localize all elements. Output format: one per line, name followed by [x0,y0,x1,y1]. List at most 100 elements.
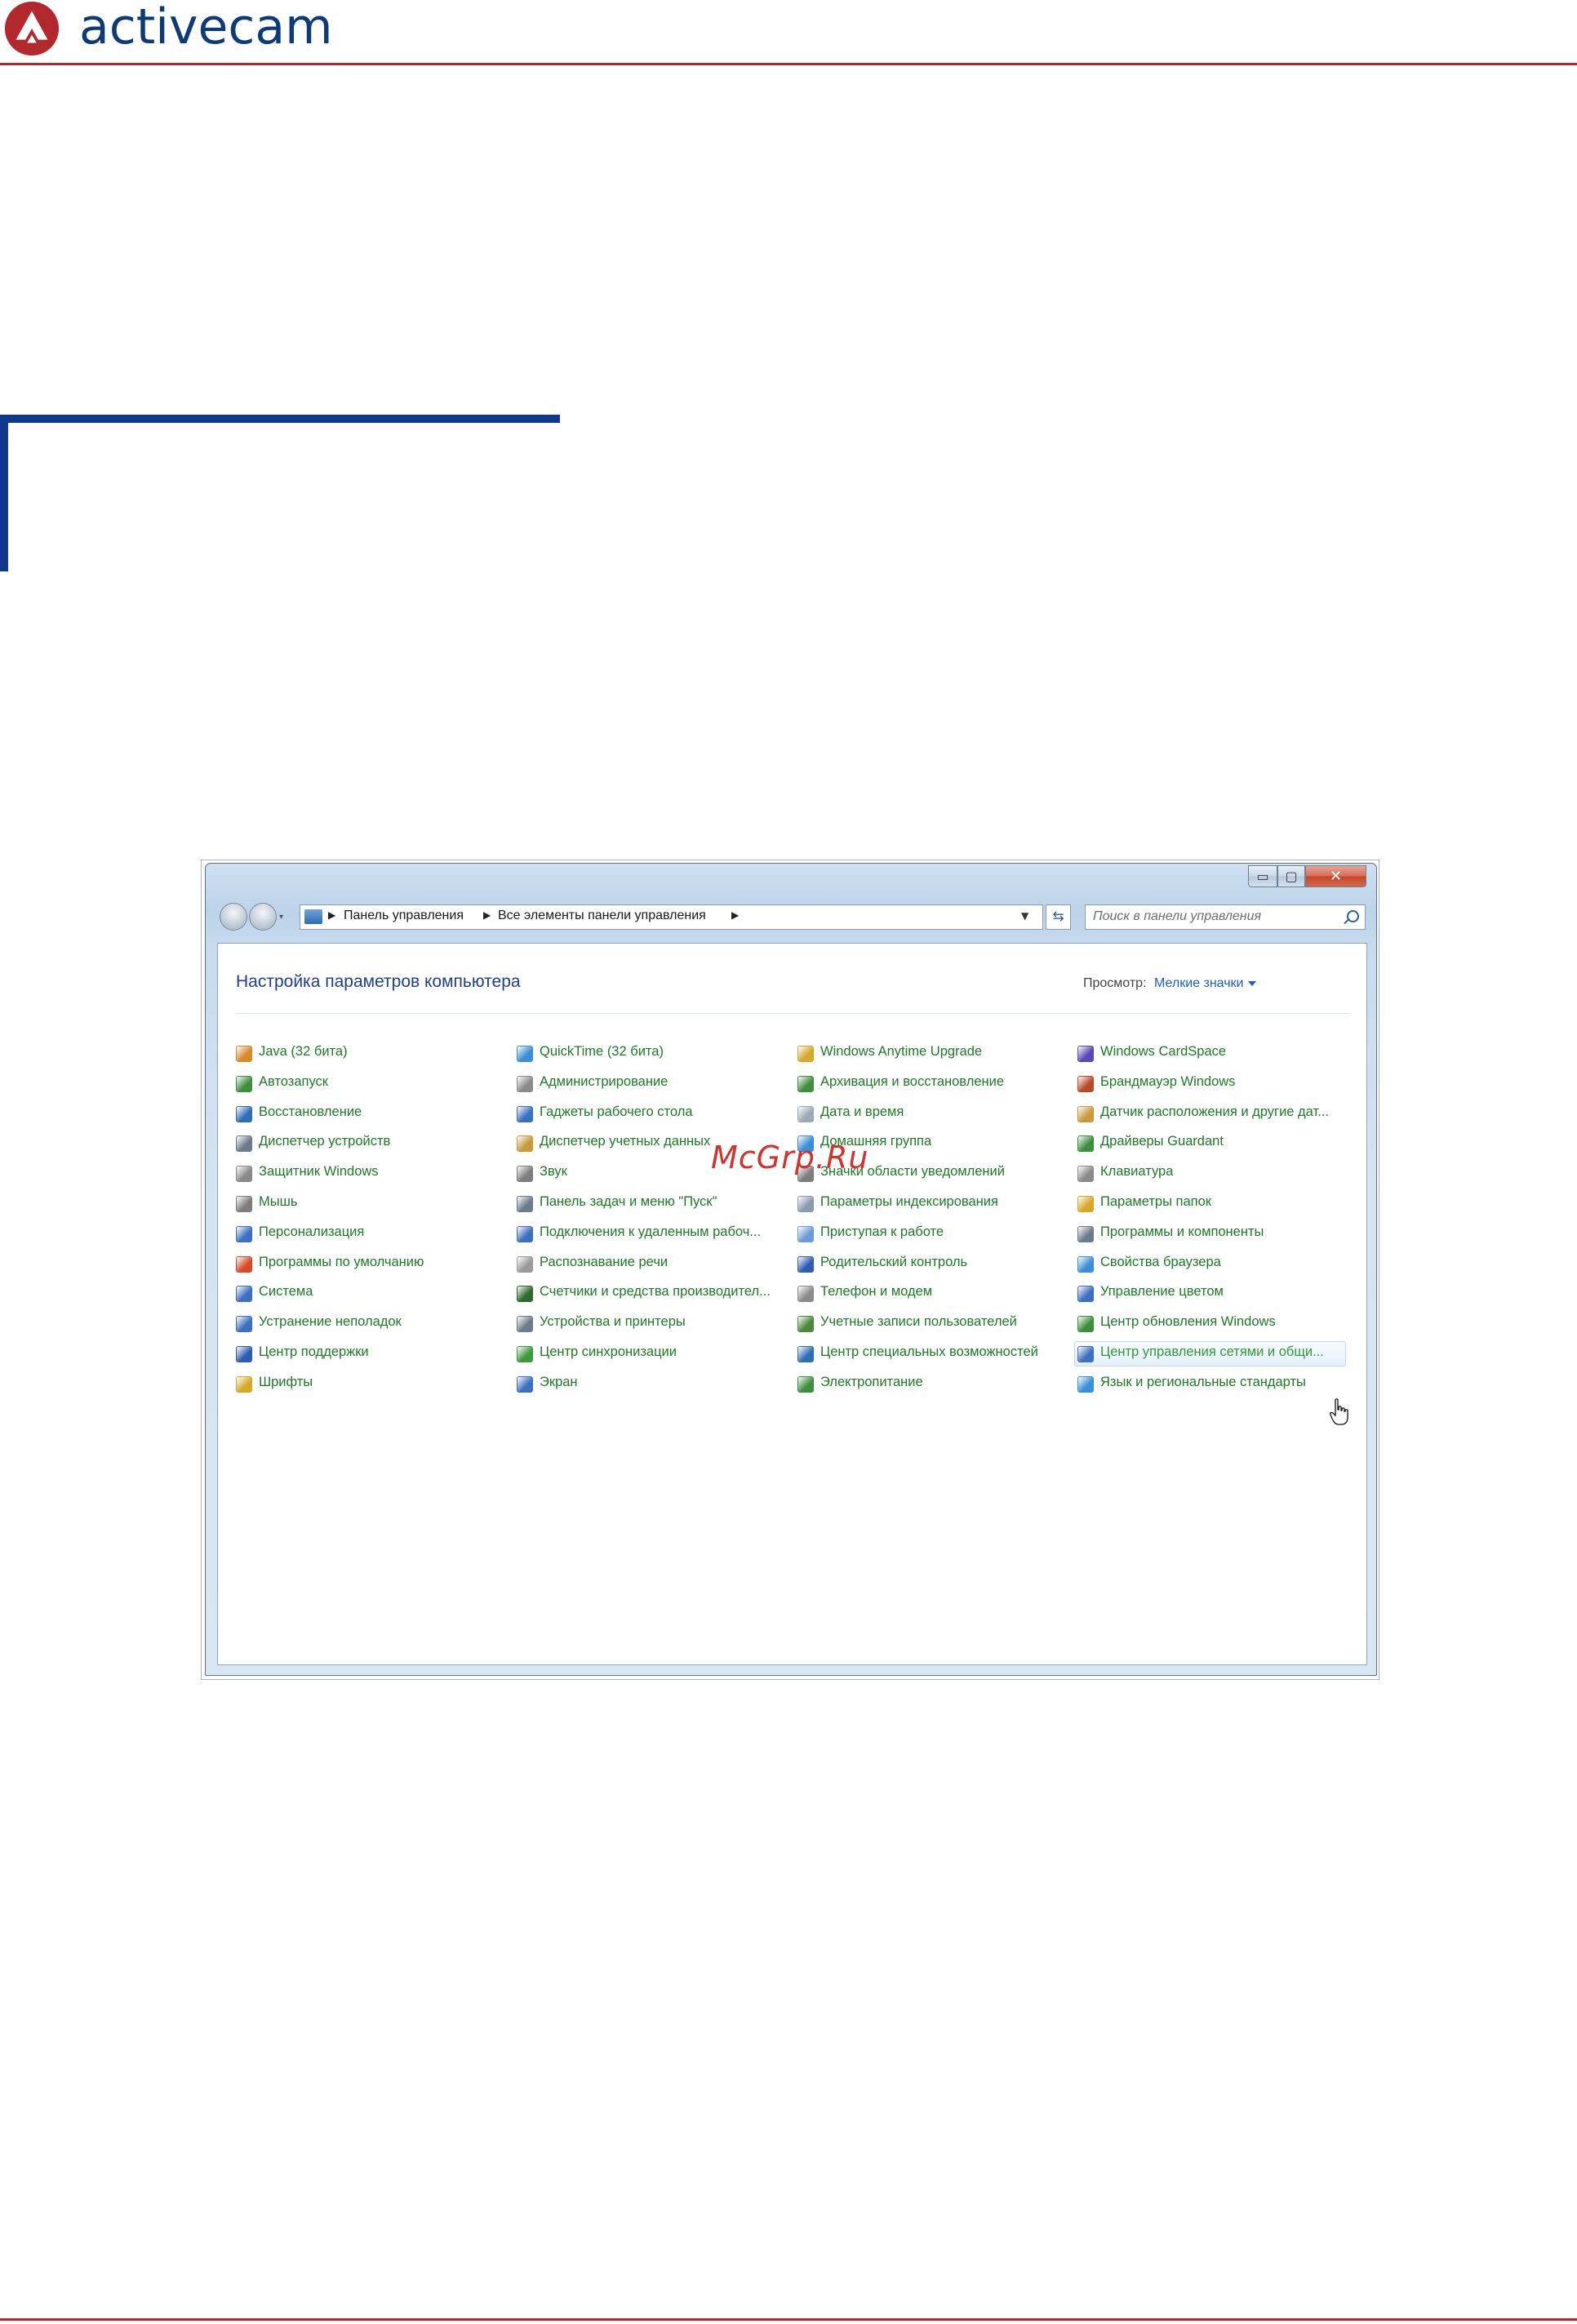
control-panel-item-label: Windows Anytime Upgrade [820,1044,983,1059]
control-panel-item-label: Электропитание [820,1374,923,1389]
windows-flag-icon [797,1046,814,1062]
java-icon [236,1046,252,1062]
windows-update-icon [1077,1316,1094,1333]
recovery-icon [236,1105,252,1122]
control-panel-item-label: Автозапуск [259,1073,328,1089]
phone-modem-icon [797,1286,814,1303]
internet-options-icon [1077,1255,1094,1273]
control-panel-item-label: Родительский контроль [820,1254,968,1269]
section-bracket-top [0,415,560,423]
forward-button[interactable] [249,903,277,931]
control-panel-item-label: Параметры индексирования [820,1193,998,1209]
ease-of-access-icon [797,1345,814,1362]
control-panel-item-label: Java (32 бита) [259,1044,348,1059]
control-panel-item-label: Распознавание речи [540,1254,669,1269]
indexing-icon [797,1195,814,1212]
watermark: McGrp.Ru [711,1140,869,1175]
getting-started-icon [797,1225,814,1242]
breadcrumb-arrow-icon[interactable]: ▶ [328,909,335,921]
footer-divider [0,2318,1577,2321]
location-sensor-icon [1077,1105,1094,1122]
device-manager-icon [236,1135,252,1153]
control-panel-item-label: Дата и время [820,1104,904,1119]
control-panel-item-label: Панель задач и меню "Пуск" [540,1193,717,1209]
taskbar-icon [517,1195,533,1212]
control-panel-item-label: Центр обновления Windows [1100,1314,1276,1330]
control-panel-item-label: Программы по умолчанию [259,1254,424,1269]
control-panel-item-label: Звук [540,1164,567,1180]
control-panel-item-label: Драйверы Guardant [1100,1134,1224,1149]
control-panel-item-label: Клавиатура [1100,1164,1174,1180]
recent-pages-chevron-icon[interactable]: ▾ [279,913,283,922]
color-management-icon [1077,1286,1094,1303]
control-panel-item-label: Система [259,1284,313,1300]
system-icon [236,1286,252,1303]
content-pane: Настройка параметров компьютера Просмотр… [217,943,1367,1665]
defender-icon [236,1166,252,1183]
default-programs-icon [236,1255,252,1273]
hand-cursor-icon [1330,1398,1348,1425]
control-panel-item-label: Персонализация [259,1224,365,1239]
keyboard-icon [1077,1166,1094,1183]
control-panel-item-label: Экран [540,1374,578,1389]
mouse-icon [236,1195,252,1212]
search-box[interactable]: Поиск в панели управления [1085,904,1366,930]
refresh-button[interactable]: ⇆ [1046,904,1071,930]
programs-features-icon [1077,1225,1094,1242]
control-panel-item-label: Приступая к работе [820,1224,944,1239]
autoplay-icon [236,1075,252,1092]
brand-name: activecam [79,0,333,56]
control-panel-item-label: Диспетчер устройств [259,1134,391,1149]
control-panel-item-label: Язык и региональные стандарты [1100,1374,1306,1389]
control-panel-item-label: Параметры папок [1100,1193,1211,1209]
user-accounts-icon [797,1316,814,1333]
control-panel-item-label: Свойства браузера [1100,1254,1221,1269]
address-dropdown-icon[interactable]: ▼ [1021,910,1028,922]
view-mode-dropdown[interactable]: Мелкие значки [1154,976,1257,991]
page-title: Настройка параметров компьютера [236,972,521,991]
control-panel-item-label: Центр поддержки [259,1344,369,1359]
speech-icon [517,1255,533,1273]
guardant-icon [1077,1135,1094,1153]
power-options-icon [797,1375,814,1393]
backup-icon [797,1075,814,1092]
control-panel-item-label: Телефон и модем [820,1284,933,1300]
control-panel-item-label: Мышь [259,1193,298,1209]
section-bracket-side [0,415,8,571]
region-language-icon [1077,1375,1094,1393]
search-icon[interactable] [1347,910,1359,922]
control-panel-item-label: Подключения к удаленным рабоч... [540,1224,762,1239]
control-panel-item-label: Гаджеты рабочего стола [540,1104,693,1119]
control-panel-item-label: Центр специальных возможностей [820,1344,1038,1359]
folder-options-icon [1077,1195,1094,1212]
remoteapp-icon [517,1225,533,1242]
search-input[interactable]: Поиск в панели управления [1093,909,1261,924]
header-separator [236,1013,1350,1014]
back-button[interactable] [220,903,247,931]
control-panel-icon [304,909,322,924]
breadcrumb-arrow-icon[interactable]: ▶ [483,909,491,921]
address-bar[interactable]: ▶ Панель управления ▶ Все элементы панел… [300,904,1043,930]
breadcrumb-all-items[interactable]: Все элементы панели управления [498,909,706,923]
control-panel-item-label: Администрирование [540,1073,669,1089]
personalization-icon [236,1225,252,1242]
fonts-icon [236,1375,252,1393]
minimize-button[interactable]: ▭ [1248,865,1277,887]
breadcrumb-arrow-icon[interactable]: ▶ [731,909,739,921]
control-panel-item-label: Программы и компоненты [1100,1224,1264,1239]
network-center-icon [1077,1345,1094,1362]
action-center-flag-icon [236,1345,252,1362]
maximize-button[interactable]: ▢ [1277,865,1305,887]
control-panel-item-label: QuickTime (32 бита) [540,1044,664,1059]
close-button[interactable]: ✕ [1305,865,1366,887]
troubleshooting-icon [236,1316,252,1333]
control-panel-item-label: Windows CardSpace [1100,1044,1227,1059]
breadcrumb-control-panel[interactable]: Панель управления [344,909,464,923]
control-panel-item-label: Счетчики и средства производител... [540,1284,771,1300]
header-divider [0,63,1577,65]
quicktime-icon [517,1046,533,1062]
control-panel-item-label: Датчик расположения и другие дат... [1100,1104,1329,1119]
control-panel-item-label: Брандмауэр Windows [1100,1073,1236,1089]
sound-icon [517,1166,533,1183]
control-panel-item-label: Архивация и восстановление [820,1073,1004,1089]
